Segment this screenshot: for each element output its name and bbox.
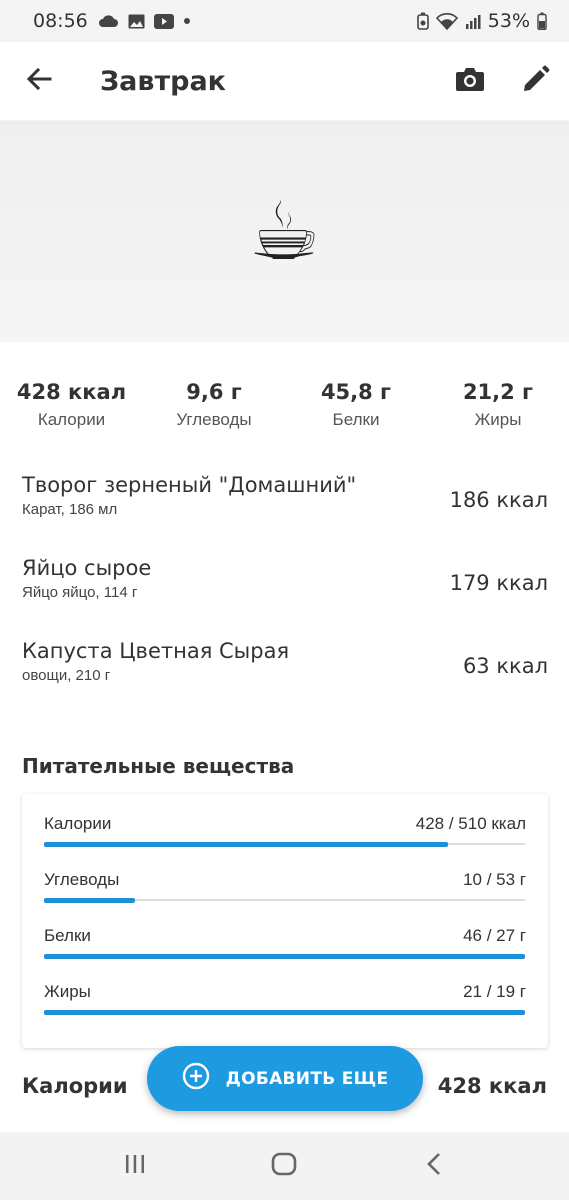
battery-percent: 53% (487, 10, 530, 32)
nutrient-value: 428 / 510 ккал (415, 814, 526, 833)
recents-icon (124, 1154, 146, 1179)
wifi-icon (435, 12, 458, 30)
youtube-icon (153, 13, 174, 29)
nutrient-row: Жиры 21 / 19 г (44, 982, 526, 1038)
status-time: 08:56 (33, 10, 88, 32)
summary-value: 45,8 г (320, 380, 392, 404)
nutrient-header: Жиры 21 / 19 г (44, 982, 526, 1002)
macro-summary: 428 ккал Калории 9,6 г Углеводы 45,8 г Б… (0, 380, 569, 430)
status-left: 08:56 (33, 10, 191, 32)
home-icon (271, 1152, 297, 1181)
summary-fat: 21,2 г Жиры (427, 380, 569, 430)
nutrient-value: 46 / 27 г (463, 926, 526, 945)
nutrient-row: Калории 428 / 510 ккал (44, 814, 526, 870)
app-bar-actions (437, 42, 569, 120)
progress-track (44, 954, 525, 959)
nutrient-label: Жиры (44, 982, 91, 1001)
food-text: Капуста Цветная Сырая овощи, 210 г (22, 634, 463, 684)
nutrient-label: Калории (44, 814, 112, 833)
progress-bar (44, 842, 449, 847)
dot-icon (183, 17, 191, 25)
camera-icon (455, 66, 485, 97)
summary-carbs: 9,6 г Углеводы (143, 380, 285, 430)
food-item[interactable]: Капуста Цветная Сырая овощи, 210 г 63 кк… (22, 634, 548, 717)
summary-protein: 45,8 г Белки (285, 380, 427, 430)
progress-bar (44, 954, 525, 959)
food-calories: 63 ккал (462, 654, 548, 678)
progress-bar (44, 1010, 525, 1015)
summary-value: 9,6 г (186, 380, 242, 404)
coffee-cup-icon: ☕ (248, 185, 321, 278)
edit-button[interactable] (503, 42, 569, 120)
summary-label: Калории (37, 410, 106, 429)
nutrient-header: Углеводы 10 / 53 г (44, 870, 526, 890)
nutrient-value: 10 / 53 г (463, 870, 526, 889)
pencil-icon (522, 65, 550, 98)
status-bar: 08:56 53% (0, 0, 569, 42)
back-button[interactable] (0, 42, 78, 120)
food-subtitle: Яйцо яйцо, 114 г (22, 584, 138, 601)
food-name: Капуста Цветная Сырая (22, 639, 290, 663)
meal-photo[interactable]: ☕ (0, 122, 569, 342)
status-right: 53% (416, 10, 547, 32)
food-calories: 186 ккал (449, 488, 548, 512)
nutrients-card: Калории 428 / 510 ккал Углеводы 10 / 53 … (22, 794, 548, 1048)
progress-bar (44, 898, 136, 903)
page-title: Завтрак (100, 65, 227, 97)
summary-value: 21,2 г (462, 380, 534, 404)
nutrients-title: Питательные вещества (22, 754, 295, 778)
signal-icon (465, 14, 481, 29)
arrow-back-icon (26, 67, 52, 96)
cloud-icon (97, 14, 119, 28)
nutrient-header: Белки 46 / 27 г (44, 926, 526, 946)
nutrient-row: Углеводы 10 / 53 г (44, 870, 526, 926)
progress-track (44, 842, 525, 847)
nutrient-header: Калории 428 / 510 ккал (44, 814, 526, 834)
summary-value: 428 ккал (16, 380, 127, 404)
food-name: Яйцо сырое (22, 556, 152, 580)
battery-saver-icon (416, 12, 429, 30)
nutrient-label: Углеводы (44, 870, 120, 889)
add-more-button[interactable]: ДОБАВИТЬ ЕЩЕ (147, 1046, 423, 1111)
home-button[interactable] (244, 1136, 324, 1196)
food-text: Творог зерненый "Домашний" Карат, 186 мл (22, 468, 450, 518)
progress-track (44, 1010, 525, 1015)
food-subtitle: Карат, 186 мл (22, 501, 118, 518)
summary-label: Жиры (474, 410, 522, 429)
summary-label: Белки (332, 410, 380, 429)
image-icon (128, 14, 145, 29)
app-bar: Завтрак (0, 42, 569, 120)
battery-icon (537, 12, 547, 30)
nutrient-row: Белки 46 / 27 г (44, 926, 526, 982)
total-calories-label: Калории (22, 1074, 128, 1098)
progress-track (44, 898, 525, 903)
total-calories-value: 428 ккал (437, 1074, 547, 1098)
summary-calories: 428 ккал Калории (0, 380, 143, 430)
food-item[interactable]: Яйцо сырое Яйцо яйцо, 114 г 179 ккал (22, 551, 548, 634)
plus-circle-icon (182, 1062, 210, 1095)
camera-button[interactable] (437, 42, 503, 120)
food-name: Творог зерненый "Домашний" (22, 473, 357, 497)
food-item[interactable]: Творог зерненый "Домашний" Карат, 186 мл… (22, 468, 548, 551)
system-nav-bar (0, 1132, 569, 1200)
food-text: Яйцо сырое Яйцо яйцо, 114 г (22, 551, 450, 601)
nutrient-label: Белки (44, 926, 91, 945)
add-more-label: ДОБАВИТЬ ЕЩЕ (225, 1068, 389, 1089)
food-subtitle: овощи, 210 г (22, 667, 111, 684)
summary-label: Углеводы (176, 410, 252, 429)
back-icon (426, 1152, 442, 1181)
nutrient-value: 21 / 19 г (463, 982, 526, 1001)
recents-button[interactable] (95, 1136, 175, 1196)
back-nav-button[interactable] (394, 1136, 474, 1196)
food-calories: 179 ккал (449, 571, 548, 595)
food-list: Творог зерненый "Домашний" Карат, 186 мл… (22, 468, 548, 717)
